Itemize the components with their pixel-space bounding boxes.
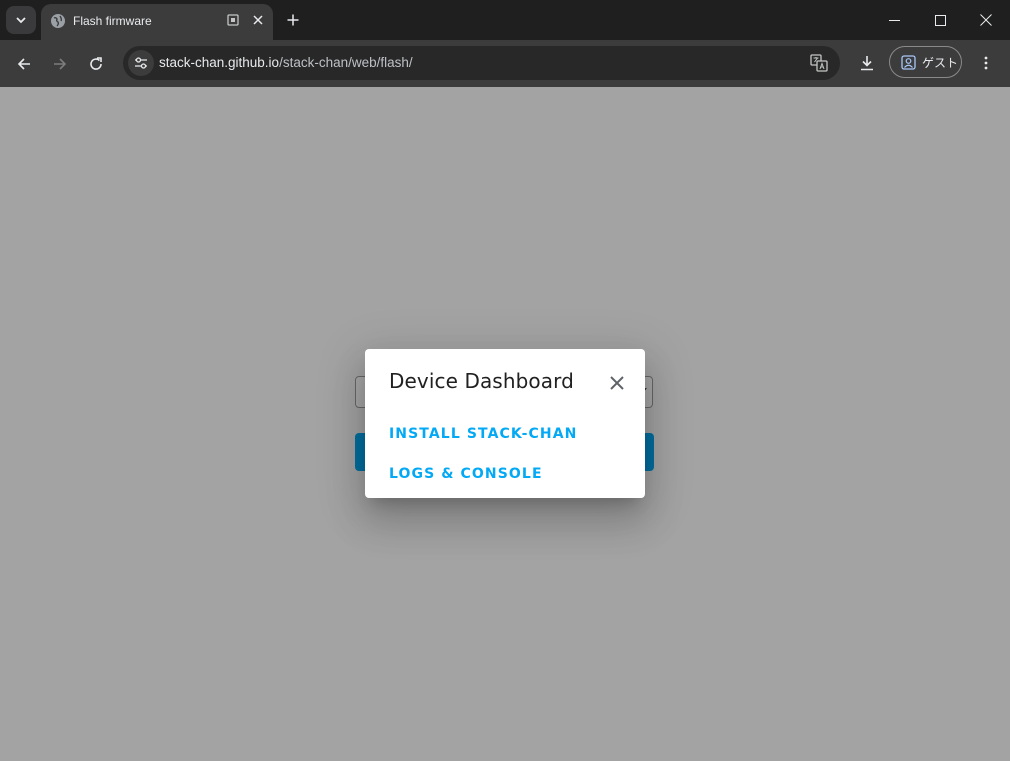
- tune-icon: [135, 57, 147, 69]
- tab-close-button[interactable]: [249, 11, 267, 29]
- tab-strip: Flash firmware: [0, 0, 1010, 40]
- plus-icon: [287, 14, 299, 26]
- person-icon: [901, 54, 916, 70]
- memory-saver-icon[interactable]: [226, 13, 240, 27]
- page-viewport: ✔ Device Dashboard INSTALL STACK-CHAN LO…: [0, 87, 1010, 761]
- back-button[interactable]: [11, 51, 37, 77]
- tab-title: Flash firmware: [73, 14, 152, 28]
- new-tab-button[interactable]: [283, 10, 303, 30]
- browser-window: Flash firmware stack-chan.github.io/stac…: [0, 0, 1010, 761]
- minimize-button[interactable]: [882, 8, 906, 32]
- site-info-button[interactable]: [128, 50, 154, 76]
- logs-console-button[interactable]: LOGS & CONSOLE: [389, 466, 543, 482]
- download-icon: [861, 56, 873, 71]
- url-host: stack-chan.github.io: [159, 55, 280, 70]
- maximize-icon: [934, 14, 946, 26]
- download-button[interactable]: [856, 52, 878, 74]
- forward-button[interactable]: [47, 51, 73, 77]
- close-icon: [610, 376, 624, 390]
- reload-icon: [90, 57, 102, 70]
- profile-button[interactable]: ゲスト: [889, 46, 962, 78]
- arrow-left-icon: [17, 58, 30, 70]
- url-text[interactable]: stack-chan.github.io/stack-chan/web/flas…: [159, 55, 413, 70]
- chevron-down-icon: [16, 17, 26, 24]
- reload-button[interactable]: [83, 51, 109, 77]
- more-vert-icon: [984, 56, 988, 70]
- close-icon: [980, 14, 992, 26]
- globe-icon: [51, 14, 65, 28]
- profile-label: ゲスト: [922, 55, 959, 70]
- window-close-button[interactable]: [974, 8, 998, 32]
- browser-menu-button[interactable]: [977, 52, 995, 74]
- dialog-close-button[interactable]: [605, 371, 629, 395]
- tab-search-button[interactable]: [6, 6, 36, 34]
- close-icon: [253, 15, 263, 25]
- url-path: /stack-chan/web/flash/: [279, 55, 413, 70]
- device-dashboard-dialog: Device Dashboard INSTALL STACK-CHAN LOGS…: [365, 349, 645, 498]
- address-bar[interactable]: stack-chan.github.io/stack-chan/web/flas…: [123, 46, 840, 80]
- tab-flash-firmware[interactable]: Flash firmware: [41, 4, 273, 40]
- maximize-button[interactable]: [928, 8, 952, 32]
- translate-icon[interactable]: [810, 54, 828, 72]
- arrow-right-icon: [54, 58, 67, 70]
- browser-toolbar: stack-chan.github.io/stack-chan/web/flas…: [0, 40, 1010, 87]
- dialog-title: Device Dashboard: [389, 369, 574, 393]
- minimize-icon: [888, 19, 900, 21]
- install-stack-chan-button[interactable]: INSTALL STACK-CHAN: [389, 426, 577, 442]
